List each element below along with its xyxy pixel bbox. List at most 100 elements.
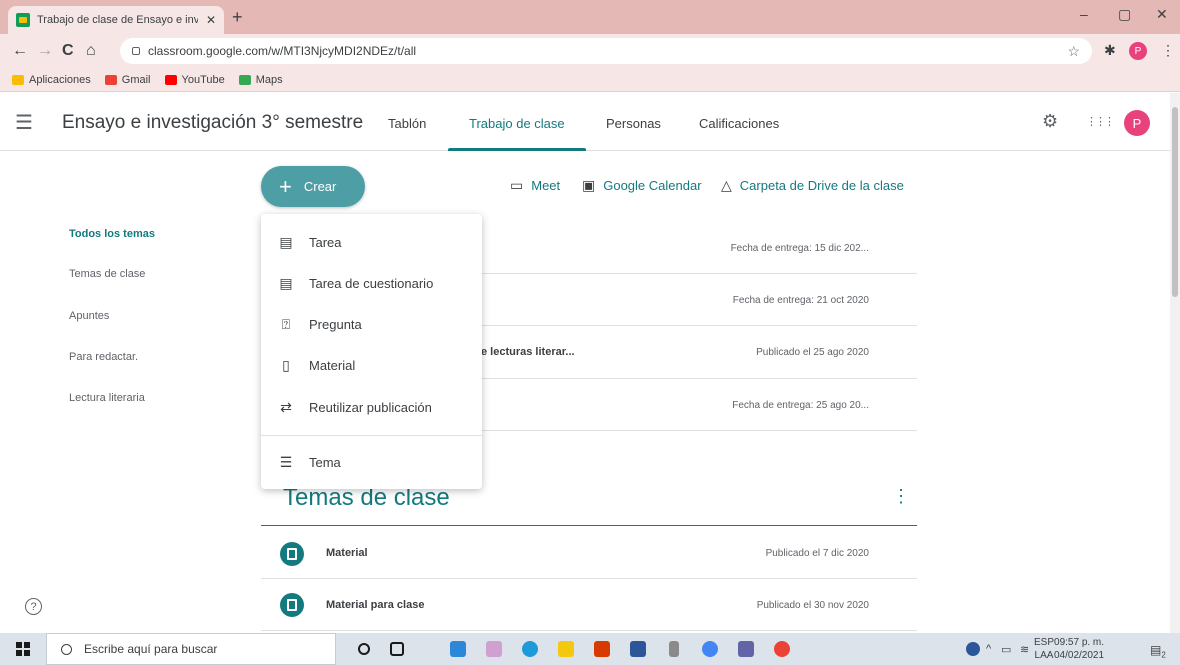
create-button[interactable]: + Crear — [261, 166, 365, 207]
classroom-favicon-icon — [16, 13, 30, 27]
word-icon[interactable] — [630, 641, 646, 657]
list-item[interactable]: Material Publicado el 7 dic 2020 — [261, 527, 917, 579]
snip-tool-icon[interactable] — [486, 641, 502, 657]
video-camera-icon: ▭ — [510, 177, 524, 193]
chrome-profile-icon[interactable] — [774, 641, 790, 657]
google-calendar-link[interactable]: ▣ Google Calendar — [582, 177, 702, 194]
menu-item-material[interactable]: ▯ Material — [261, 345, 482, 385]
calendar-icon: ▣ — [582, 177, 596, 193]
meet-link[interactable]: ▭ Meet — [510, 177, 560, 194]
topic-temas-de-clase[interactable]: Temas de clase — [69, 268, 145, 280]
close-window-button[interactable]: ✕ — [1156, 6, 1168, 23]
menu-item-tarea[interactable]: ▤ Tarea — [261, 222, 482, 262]
microphone-icon[interactable] — [669, 641, 679, 657]
course-title[interactable]: Ensayo e investigación 3° semestre — [62, 112, 363, 134]
windows-taskbar: Escribe aquí para buscar ^ ▭ ≋ ESP LAA 0… — [0, 633, 1180, 665]
help-icon[interactable]: ? — [25, 598, 42, 615]
notifications-icon[interactable]: ▤2 — [1150, 643, 1166, 659]
back-button[interactable]: ← — [12, 42, 28, 60]
main-menu-icon[interactable]: ☰ — [15, 110, 33, 135]
tray-help-icon[interactable] — [966, 642, 980, 656]
drive-folder-link[interactable]: △ Carpeta de Drive de la clase — [721, 177, 904, 194]
clock-date: 04/02/2021 — [1054, 650, 1105, 661]
row-date: Fecha de entrega: 21 oct 2020 — [732, 295, 869, 306]
minimize-button[interactable]: – — [1080, 6, 1088, 22]
chrome-icon[interactable] — [702, 641, 718, 657]
gmail-icon — [104, 74, 117, 85]
material-icon — [280, 593, 304, 617]
topic-para-redactar[interactable]: Para redactar. — [69, 351, 138, 363]
reuse-icon: ⇄ — [280, 398, 292, 415]
question-icon: ⍰ — [281, 315, 291, 332]
url-omnibox[interactable]: classroom.google.com/w/MTI3NjcyMDI2NDEz/… — [120, 38, 1092, 64]
settings-gear-icon[interactable]: ⚙ — [1042, 111, 1058, 132]
edge-icon[interactable] — [522, 641, 538, 657]
tray-chevron-up-icon[interactable]: ^ — [986, 643, 991, 655]
menu-item-pregunta[interactable]: ⍰ Pregunta — [261, 304, 482, 344]
forward-button[interactable]: → — [37, 42, 53, 60]
tab-close-icon[interactable]: ✕ — [206, 13, 216, 27]
topic-apuntes[interactable]: Apuntes — [69, 310, 109, 322]
topic-lectura-literaria[interactable]: Lectura literaria — [69, 392, 145, 404]
reload-button[interactable]: C — [62, 42, 74, 60]
tab-trabajo-de-clase[interactable]: Trabajo de clase — [469, 116, 565, 131]
row-date: Publicado el 30 nov 2020 — [756, 600, 869, 611]
assignment-icon: ▤ — [279, 233, 293, 250]
notification-count: 2 — [1161, 650, 1166, 660]
youtube-icon — [164, 74, 177, 85]
row-date: Publicado el 25 ago 2020 — [756, 347, 869, 358]
create-menu: ▤ Tarea ▤ Tarea de cuestionario ⍰ Pregun… — [261, 214, 482, 489]
menu-item-tema[interactable]: ☰ Tema — [261, 442, 482, 482]
bookmark-star-icon[interactable]: ☆ — [1067, 43, 1080, 60]
system-clock[interactable]: 09:57 p. m. 04/02/2021 — [1054, 636, 1104, 662]
row-title: Material — [326, 547, 368, 559]
url-text: classroom.google.com/w/MTI3NjcyMDI2NDEz/… — [148, 44, 417, 58]
google-apps-icon[interactable]: ⋮⋮⋮ — [1086, 115, 1115, 128]
extensions-icon[interactable]: ✱ — [1104, 42, 1116, 59]
wifi-icon[interactable]: ≋ — [1020, 643, 1029, 656]
scrollbar-thumb[interactable] — [1172, 107, 1178, 297]
windows-start-icon[interactable] — [16, 642, 30, 656]
maximize-button[interactable]: ▢ — [1118, 6, 1131, 23]
tab-personas[interactable]: Personas — [606, 116, 661, 131]
file-explorer-icon[interactable] — [558, 641, 574, 657]
user-avatar[interactable]: P — [1124, 110, 1150, 136]
browser-tab-title: Trabajo de clase de Ensayo e inve — [37, 14, 198, 26]
browser-menu-icon[interactable]: ⋮ — [1161, 42, 1175, 59]
browser-profile-avatar[interactable]: P — [1129, 42, 1147, 60]
bookmark-label: Gmail — [121, 73, 151, 86]
bookmarks-bar: Aplicaciones Gmail YouTube Maps — [0, 68, 1180, 92]
create-label: Crear — [303, 179, 337, 194]
list-item[interactable]: Material para clase Publicado el 30 nov … — [261, 579, 917, 631]
task-view-icon[interactable] — [390, 642, 404, 656]
search-icon — [61, 643, 72, 655]
acrobat-icon[interactable] — [594, 641, 610, 657]
topic-todos-los-temas[interactable]: Todos los temas — [69, 228, 155, 240]
bookmark-maps[interactable]: Maps — [238, 74, 283, 86]
battery-icon[interactable]: ▭ — [1001, 643, 1011, 656]
cortana-icon[interactable] — [358, 643, 370, 655]
search-placeholder: Escribe aquí para buscar — [84, 642, 218, 656]
whiteboard-app-icon[interactable] — [450, 641, 466, 657]
language-indicator[interactable]: ESP LAA — [1034, 636, 1054, 662]
menu-item-label: Reutilizar publicación — [309, 399, 432, 415]
home-button[interactable]: ⌂ — [86, 42, 96, 60]
menu-item-label: Tarea — [309, 234, 342, 250]
bookmark-apps[interactable]: Aplicaciones — [12, 74, 91, 86]
bookmark-label: YouTube — [181, 73, 225, 86]
tab-tablon[interactable]: Tablón — [388, 116, 426, 131]
apps-grid-icon — [12, 74, 24, 85]
teams-icon[interactable] — [738, 641, 754, 657]
tab-calificaciones[interactable]: Calificaciones — [699, 116, 779, 131]
page-scrollbar[interactable] — [1170, 93, 1180, 633]
browser-tab[interactable]: Trabajo de clase de Ensayo e inve ✕ — [8, 6, 224, 34]
section-more-icon[interactable]: ⋮ — [892, 486, 910, 507]
drive-icon: △ — [721, 177, 732, 193]
bookmark-youtube[interactable]: YouTube — [164, 73, 225, 86]
menu-item-tarea-cuestionario[interactable]: ▤ Tarea de cuestionario — [261, 263, 482, 303]
classroom-header: ☰ Ensayo e investigación 3° semestre Tab… — [0, 93, 1170, 151]
new-tab-button[interactable]: + — [232, 7, 243, 28]
taskbar-search-box[interactable]: Escribe aquí para buscar — [46, 633, 336, 665]
menu-item-reutilizar[interactable]: ⇄ Reutilizar publicación — [261, 387, 482, 427]
bookmark-gmail[interactable]: Gmail — [104, 73, 151, 86]
